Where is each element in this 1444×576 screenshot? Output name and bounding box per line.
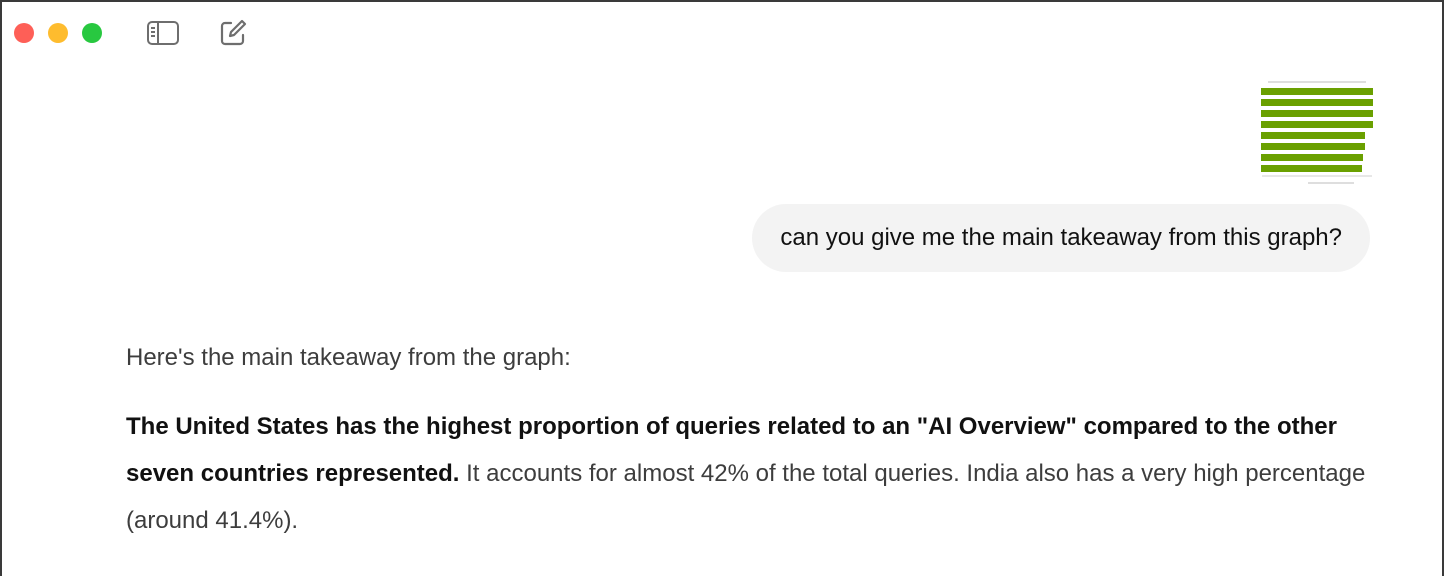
chart-thumbnail-image [1260, 78, 1374, 188]
attached-chart-thumbnail[interactable] [1260, 78, 1374, 188]
assistant-intro: Here's the main takeaway from the graph: [126, 344, 571, 371]
user-message-bubble: can you give me the main takeaway from t… [752, 204, 1370, 272]
thumbnail-bar [1261, 132, 1365, 139]
thumbnail-bar [1261, 165, 1362, 172]
user-message-text: can you give me the main takeaway from t… [780, 224, 1342, 251]
app-window: can you give me the main takeaway from t… [0, 0, 1444, 576]
assistant-message: Here's the main takeaway from the graph:… [126, 334, 1366, 544]
sidebar-toggle-button[interactable] [146, 18, 180, 48]
thumbnail-bar [1261, 99, 1373, 106]
minimize-window-button[interactable] [48, 23, 68, 43]
new-chat-button[interactable] [216, 18, 250, 48]
thumbnail-bar [1261, 121, 1373, 128]
maximize-window-button[interactable] [82, 23, 102, 43]
thumbnail-bar [1261, 154, 1363, 161]
thumbnail-bar [1261, 143, 1365, 150]
assistant-takeaway: The United States has the highest propor… [126, 403, 1366, 544]
title-bar [2, 2, 1442, 64]
close-window-button[interactable] [14, 23, 34, 43]
new-chat-icon [220, 19, 247, 46]
thumbnail-bar [1261, 110, 1373, 117]
thumbnail-bar [1261, 88, 1373, 95]
sidebar-toggle-icon [147, 21, 179, 45]
